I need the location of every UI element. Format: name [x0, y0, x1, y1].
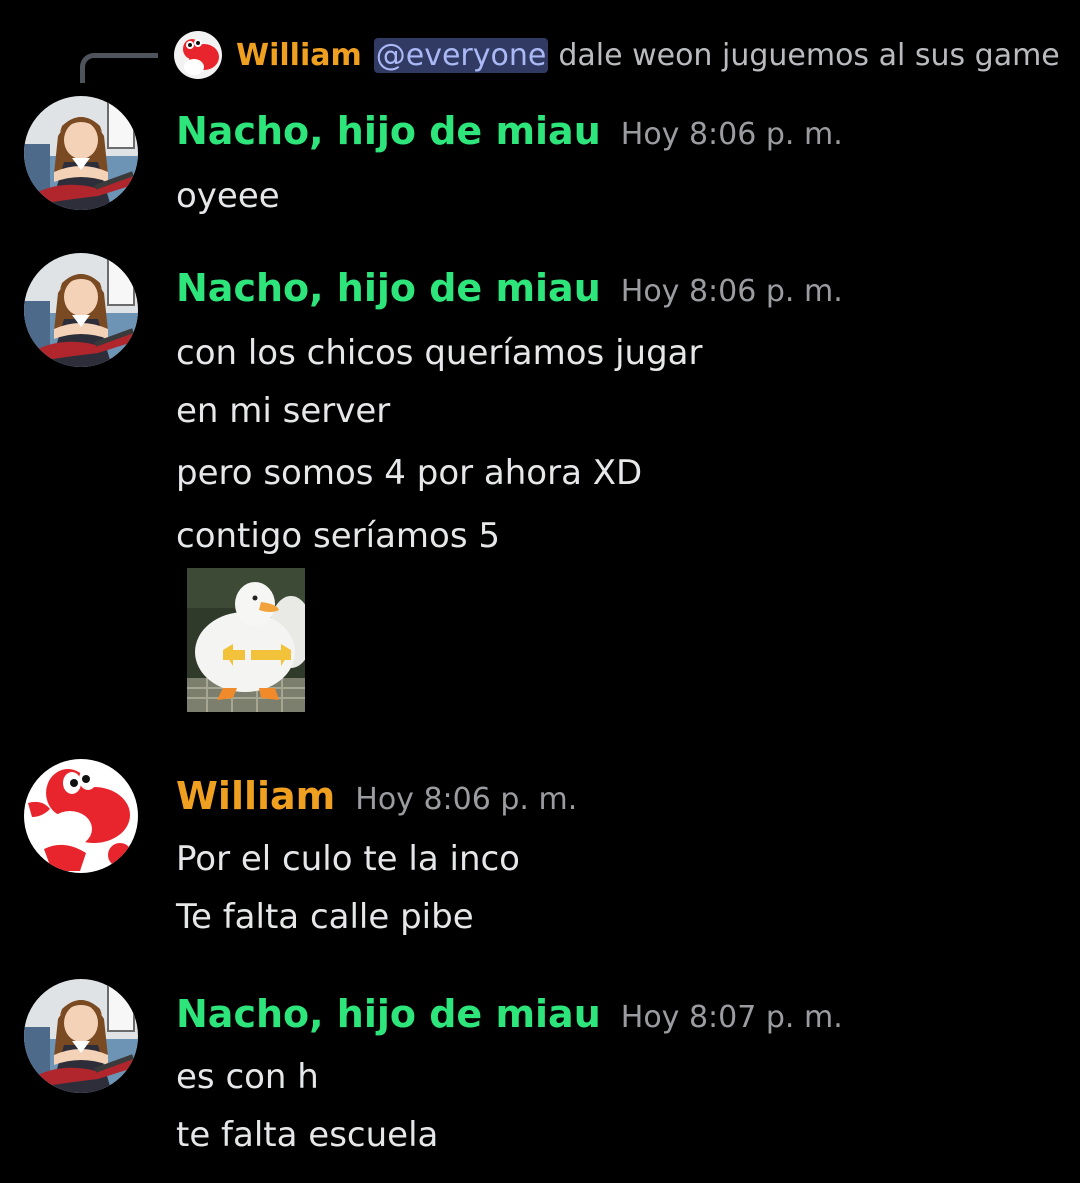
reply-reference[interactable]: William @everyone dale weon juguemos al su…: [0, 28, 1080, 88]
timestamp[interactable]: Hoy 8:06 p. m.: [621, 274, 843, 309]
author-name[interactable]: Nacho, hijo de miau: [176, 109, 601, 153]
message-text: Te falta calle pibe: [176, 897, 474, 937]
message-text: Por el culo te la inco: [176, 839, 520, 879]
timestamp[interactable]: Hoy 8:06 p. m.: [355, 782, 577, 817]
message-text: es con h: [176, 1057, 319, 1097]
william-reply-avatar[interactable]: [174, 31, 222, 79]
nacho-avatar[interactable]: [24, 96, 138, 210]
reply-connector: [80, 53, 158, 83]
reply-author[interactable]: William: [236, 38, 362, 73]
message-text: contigo seríamos 5: [176, 516, 500, 556]
nacho-avatar[interactable]: [24, 979, 138, 1093]
nacho-avatar[interactable]: [24, 253, 138, 367]
message-header: William Hoy 8:06 p. m.: [176, 771, 577, 829]
timestamp[interactable]: Hoy 8:06 p. m.: [621, 117, 843, 152]
message-header: Nacho, hijo de miau Hoy 8:06 p. m.: [176, 106, 843, 164]
author-name[interactable]: William: [176, 774, 335, 818]
message-text: con los chicos queríamos jugar: [176, 333, 703, 373]
author-name[interactable]: Nacho, hijo de miau: [176, 992, 601, 1036]
message-text: oyeee: [176, 176, 280, 216]
message-text: en mi server: [176, 391, 391, 431]
timestamp[interactable]: Hoy 8:07 p. m.: [621, 1000, 843, 1035]
message-header: Nacho, hijo de miau Hoy 8:07 p. m.: [176, 989, 843, 1047]
everyone-mention[interactable]: @everyone: [373, 38, 549, 73]
message-text: te falta escuela: [176, 1115, 439, 1155]
reply-content[interactable]: William @everyone dale weon juguemos al su…: [236, 36, 1060, 76]
william-avatar[interactable]: [24, 759, 138, 873]
duck-sticker-image[interactable]: [187, 568, 313, 712]
message-text: pero somos 4 por ahora XD: [176, 453, 643, 493]
author-name[interactable]: Nacho, hijo de miau: [176, 266, 601, 310]
reply-text: dale weon juguemos al sus game: [558, 38, 1060, 73]
message-header: Nacho, hijo de miau Hoy 8:06 p. m.: [176, 263, 843, 321]
chat-log: William @everyone dale weon juguemos al su…: [0, 0, 1080, 1183]
